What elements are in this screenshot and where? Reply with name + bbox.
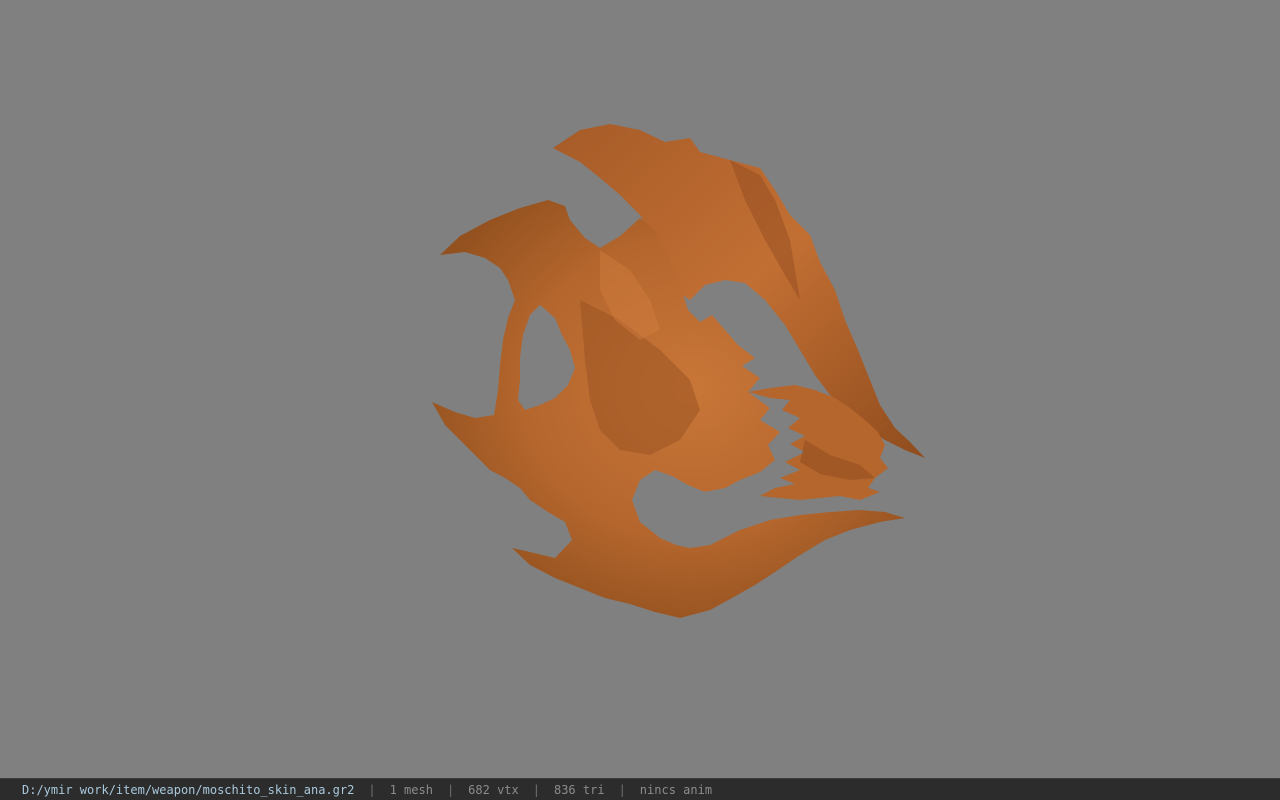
separator: | <box>368 782 376 797</box>
separator: | <box>618 782 626 797</box>
file-path: D:/ymir work/item/weapon/moschito_skin_a… <box>22 782 355 797</box>
triangle-count: 836 tri <box>553 782 605 797</box>
mesh-count: 1 mesh <box>389 782 433 797</box>
separator: | <box>532 782 540 797</box>
status-bar: D:/ymir work/item/weapon/moschito_skin_a… <box>0 778 1280 800</box>
3d-viewport[interactable] <box>0 0 1280 778</box>
weapon-mesh <box>432 124 925 618</box>
vertex-count: 682 vtx <box>468 782 519 797</box>
animation-status: nincs anim <box>639 782 713 797</box>
model-render <box>432 124 925 618</box>
separator: | <box>446 782 455 797</box>
